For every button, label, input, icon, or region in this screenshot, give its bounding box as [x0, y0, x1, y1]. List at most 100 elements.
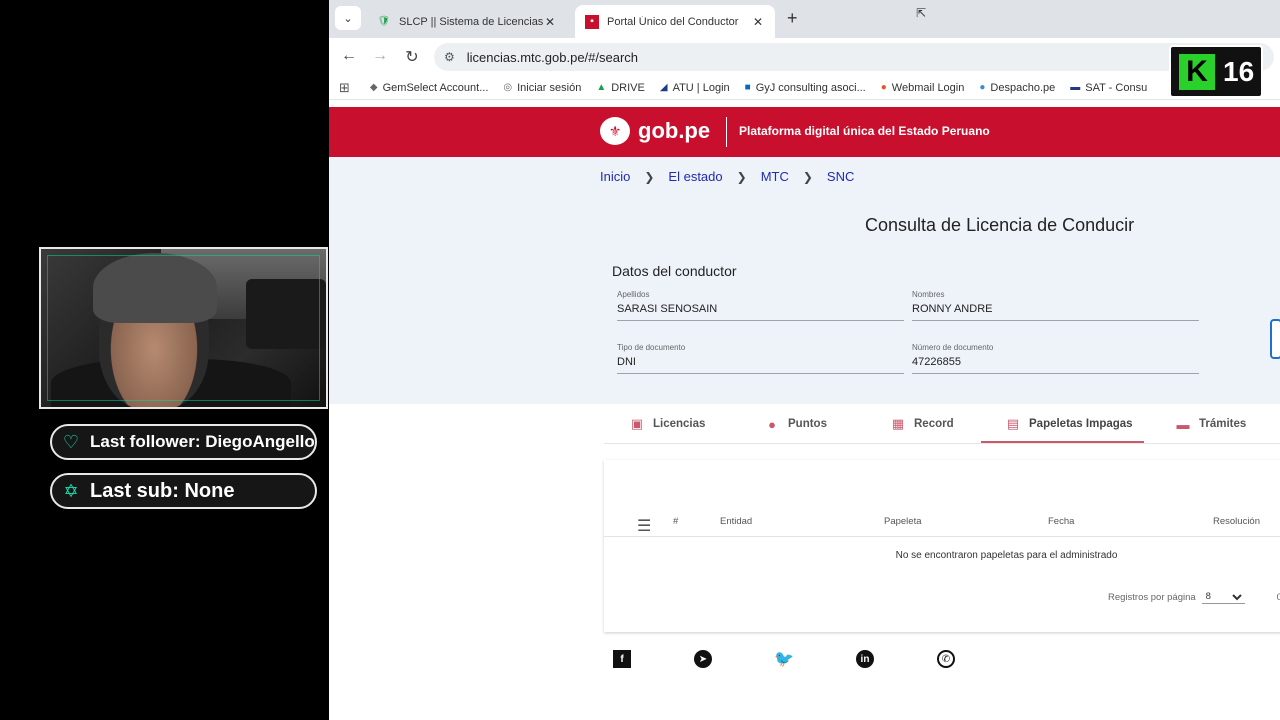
forward-button[interactable]: →: [370, 47, 390, 65]
webcam-feed: [39, 247, 328, 409]
cam-frame: [47, 255, 320, 401]
tab-search-button[interactable]: ⌄: [335, 6, 361, 30]
telegram-icon[interactable]: ➤: [694, 650, 712, 668]
column-header[interactable]: Papeleta: [884, 516, 922, 527]
apellidos-field: Apellidos SARASI SENOSAIN: [617, 290, 904, 321]
coat-of-arms-icon: ⚜: [600, 117, 630, 145]
column-header[interactable]: Entidad: [720, 516, 752, 527]
bookmark-item[interactable]: ▲ DRIVE: [596, 82, 645, 94]
numero-documento-field: Número de documento 47226855: [912, 343, 1199, 374]
papeletas-table-card: ☰ # Entidad Papeleta Fecha Resolución No…: [604, 460, 1280, 632]
browser-tab-portal[interactable]: ▪ Portal Único del Conductor ✕: [575, 5, 775, 38]
bookmark-favicon-icon: ◆: [369, 82, 378, 93]
twitter-icon[interactable]: 🐦: [774, 650, 794, 668]
gob-favicon-icon: ▪: [585, 14, 599, 29]
bookmark-item[interactable]: ■ GyJ consulting asoci...: [745, 82, 866, 94]
chevron-right-icon: ❯: [736, 169, 747, 184]
table-header: ☰ # Entidad Papeleta Fecha Resolución: [604, 507, 1280, 537]
tab-papeletas-impagas[interactable]: ▤ Papeletas Impagas: [1005, 404, 1133, 444]
header-divider: [726, 117, 727, 147]
column-header[interactable]: #: [673, 516, 678, 527]
drive-icon: ▲: [596, 82, 607, 93]
field-value: RONNY ANDRE: [912, 303, 993, 315]
facebook-icon[interactable]: f: [613, 650, 631, 668]
close-tab-icon[interactable]: ✕: [751, 15, 765, 29]
site-info-icon[interactable]: ⚙: [444, 50, 455, 64]
chevron-right-icon: ❯: [644, 169, 655, 184]
stream-overlay: ♡ Last follower: DiegoAngello ✡ Last sub…: [0, 0, 329, 720]
rows-per-page-label: Registros por página: [1108, 591, 1196, 603]
new-tab-button[interactable]: +: [787, 8, 798, 29]
back-button[interactable]: ←: [339, 47, 359, 65]
bookmark-item[interactable]: ▬ SAT - Consu: [1070, 82, 1147, 94]
tab-tramites[interactable]: ▬ Trámites: [1175, 404, 1247, 444]
pagination: Registros por página 8 0: [1108, 590, 1280, 604]
page-title: Consulta de Licencia de Conducir: [865, 215, 1135, 235]
channel-number: 16: [1223, 55, 1255, 87]
bookmark-item[interactable]: ● Despacho.pe: [979, 82, 1055, 94]
bookmark-item[interactable]: ◢ ATU | Login: [660, 82, 730, 94]
receipt-icon: ▤: [1006, 416, 1020, 431]
record-icon: ▦: [891, 416, 905, 431]
nombres-field: Nombres RONNY ANDRE: [912, 290, 1199, 321]
browser-window: ⌄ 🛡 SLCP || Sistema de Licencias de ✕ ▪ …: [329, 0, 1280, 720]
linkedin-icon[interactable]: in: [856, 650, 874, 668]
column-header[interactable]: Fecha: [1048, 516, 1074, 527]
bookmark-favicon-icon: ▬: [1070, 82, 1081, 93]
tab-title: SLCP || Sistema de Licencias de: [399, 15, 543, 28]
breadcrumb-inicio[interactable]: Inicio: [600, 169, 630, 184]
field-value: DNI: [617, 356, 636, 368]
license-icon: ▣: [630, 416, 644, 431]
whatsapp-icon[interactable]: ✆: [937, 650, 955, 668]
bookmark-item[interactable]: ● Webmail Login: [881, 82, 965, 94]
bookmark-favicon-icon: ◎: [503, 82, 513, 93]
tab-licencias[interactable]: ▣ Licencias: [629, 404, 706, 444]
result-tabs: ▣ Licencias ● Puntos ▦ Record ▤ Papeleta…: [604, 404, 1280, 444]
column-menu-icon[interactable]: ☰: [637, 516, 651, 536]
url-text: licencias.mtc.gob.pe/#/search: [466, 49, 639, 65]
gob-header: ⚜ gob.pe Plataforma digital única del Es…: [329, 107, 1280, 157]
last-sub-text: Last sub: None: [90, 479, 235, 502]
header-tagline: Plataforma digital única del Estado Peru…: [739, 124, 990, 138]
bookmark-favicon-icon: ●: [979, 82, 986, 93]
bookmark-item[interactable]: ◎ Iniciar sesión: [503, 82, 581, 94]
breadcrumb: Inicio ❯ El estado ❯ MTC ❯ SNC: [600, 169, 854, 184]
folder-icon: ▬: [1176, 416, 1190, 432]
bookmark-favicon-icon: ●: [880, 82, 887, 93]
address-bar[interactable]: ⚙ licencias.mtc.gob.pe/#/search: [434, 43, 1274, 71]
bookmark-item[interactable]: ◆ GemSelect Account...: [370, 82, 488, 94]
section-title: Datos del conductor: [612, 263, 737, 279]
points-icon: ●: [768, 416, 776, 432]
breadcrumb-el-estado[interactable]: El estado: [668, 169, 722, 184]
web-page: ⚜ gob.pe Plataforma digital única del Es…: [329, 107, 1280, 720]
breadcrumb-snc[interactable]: SNC: [827, 169, 854, 184]
tab-strip: ⌄ 🛡 SLCP || Sistema de Licencias de ✕ ▪ …: [329, 0, 1280, 38]
tab-record[interactable]: ▦ Record: [890, 404, 954, 444]
chevron-right-icon: ❯: [802, 169, 813, 184]
side-widget-icon[interactable]: [1270, 319, 1280, 359]
close-tab-icon[interactable]: ✕: [543, 15, 557, 29]
field-label: Apellidos: [617, 290, 650, 299]
rows-per-page-select[interactable]: 8: [1201, 590, 1245, 604]
star-icon: ✡: [63, 480, 79, 501]
tab-puntos[interactable]: ● Puntos: [764, 404, 827, 444]
heart-icon: ♡: [62, 431, 80, 452]
tab-title: Portal Único del Conductor: [607, 15, 739, 28]
field-label: Tipo de documento: [617, 343, 686, 352]
field-label: Número de documento: [912, 343, 994, 352]
last-follower-pill: ♡ Last follower: DiegoAngello: [50, 424, 317, 460]
gob-logo[interactable]: ⚜ gob.pe: [600, 117, 710, 145]
channel-badge: K 16: [1169, 45, 1263, 98]
mouse-cursor-icon: ⇱: [916, 6, 927, 20]
driver-info-section: Inicio ❯ El estado ❯ MTC ❯ SNC Consulta …: [329, 157, 1280, 404]
shield-favicon-icon: 🛡: [377, 16, 391, 27]
browser-tab-slcp[interactable]: 🛡 SLCP || Sistema de Licencias de ✕: [367, 5, 567, 38]
chevron-down-icon: ⌄: [343, 12, 353, 25]
column-header[interactable]: Resolución: [1213, 516, 1260, 527]
breadcrumb-mtc[interactable]: MTC: [761, 169, 789, 184]
apps-grid-icon[interactable]: ⊞: [339, 80, 350, 96]
field-value: 47226855: [912, 356, 961, 368]
reload-button[interactable]: ↻: [402, 47, 422, 67]
active-tab-indicator: [981, 441, 1144, 443]
bookmark-favicon-icon: ◢: [659, 82, 668, 93]
